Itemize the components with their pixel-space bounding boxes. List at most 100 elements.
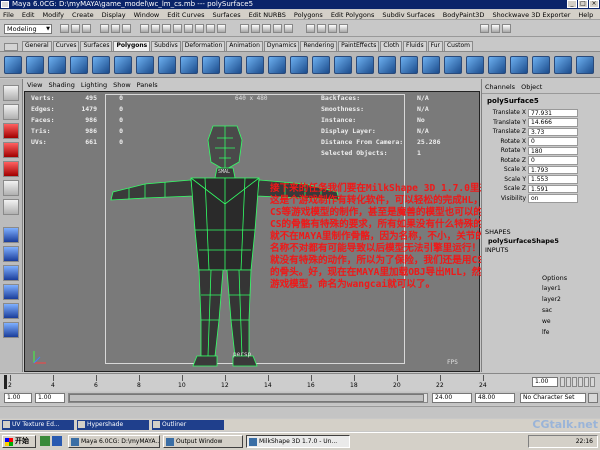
channel-label[interactable]: Visibility xyxy=(482,195,528,202)
mask-surfaces-icon[interactable] xyxy=(173,24,182,33)
mask-dynamics-icon[interactable] xyxy=(195,24,204,33)
menu-edit-curves[interactable]: Edit Curves xyxy=(167,11,204,19)
menu-edit-polygons[interactable]: Edit Polygons xyxy=(331,11,375,19)
channel-label[interactable]: Rotate Z xyxy=(482,157,528,164)
uv-layout-icon[interactable] xyxy=(3,322,19,338)
range-knob[interactable] xyxy=(69,394,424,402)
merge-vertices-icon[interactable] xyxy=(246,56,264,74)
mask-handles-icon[interactable] xyxy=(140,24,149,33)
minimized-uv-texture-editor[interactable]: UV Texture Ed... xyxy=(2,420,74,430)
shelf-tab-custom[interactable]: Custom xyxy=(443,41,473,51)
combine-icon[interactable] xyxy=(136,56,154,74)
channel-label[interactable]: Rotate X xyxy=(482,138,528,145)
step-back-icon[interactable] xyxy=(566,377,571,387)
layer-item[interactable]: we xyxy=(542,316,600,327)
menu-shockwave-exporter[interactable]: Shockwave 3D Exporter xyxy=(492,11,570,19)
shelf-tab-animation[interactable]: Animation xyxy=(226,41,263,51)
channel-label[interactable]: Translate Z xyxy=(482,128,528,135)
snap-point-icon[interactable] xyxy=(262,24,271,33)
snap-curve-icon[interactable] xyxy=(251,24,260,33)
lasso-tool-icon[interactable] xyxy=(3,104,19,120)
menu-set-dropdown[interactable]: Modeling xyxy=(4,24,52,34)
poly-torus-icon[interactable] xyxy=(114,56,132,74)
shape-node-name[interactable]: polySurfaceShape5 xyxy=(485,236,597,246)
menu-polygons[interactable]: Polygons xyxy=(294,11,323,19)
save-scene-icon[interactable] xyxy=(82,24,91,33)
shelf-tab-general[interactable]: General xyxy=(22,41,52,51)
menu-edit-nurbs[interactable]: Edit NURBS xyxy=(249,11,286,19)
menu-window[interactable]: Window xyxy=(134,11,160,19)
go-to-end-icon[interactable] xyxy=(590,377,595,387)
poly-cone-icon[interactable] xyxy=(70,56,88,74)
spherical-mapping-icon[interactable] xyxy=(444,56,462,74)
current-frame-field[interactable]: 1.00 xyxy=(532,377,558,387)
channel-label[interactable]: Scale X xyxy=(482,166,528,173)
mask-rendering-icon[interactable] xyxy=(206,24,215,33)
selected-object-name[interactable]: polySurface5 xyxy=(482,94,600,108)
start-button[interactable]: 开始 xyxy=(2,435,36,448)
layer-item[interactable]: layer2 xyxy=(542,294,600,305)
mirror-geometry-icon[interactable] xyxy=(532,56,550,74)
character-set-dropdown[interactable]: No Character Set xyxy=(520,393,586,403)
menu-subdiv-surfaces[interactable]: Subdiv Surfaces xyxy=(382,11,434,19)
channel-value[interactable]: 0 xyxy=(528,156,578,165)
panel-menu-lighting[interactable]: Lighting xyxy=(81,81,107,89)
shelf-tab-dynamics[interactable]: Dynamics xyxy=(263,41,300,51)
scale-tool-icon[interactable] xyxy=(3,161,19,177)
channel-label[interactable]: Rotate Y xyxy=(482,147,528,154)
cut-faces-icon[interactable] xyxy=(378,56,396,74)
poly-plane-icon[interactable] xyxy=(92,56,110,74)
menu-create[interactable]: Create xyxy=(72,11,94,19)
split-polygon-icon[interactable] xyxy=(224,56,242,74)
window-title-bar[interactable]: Maya 6.0CG: D:\myMAYA\game_model\wc_lm_c… xyxy=(0,0,600,9)
triangulate-icon[interactable] xyxy=(334,56,352,74)
key-icon[interactable] xyxy=(588,393,598,403)
poly-cube-icon[interactable] xyxy=(26,56,44,74)
automatic-mapping-icon[interactable] xyxy=(466,56,484,74)
channel-label[interactable]: Scale Z xyxy=(482,185,528,192)
maya-app-icon[interactable] xyxy=(1,1,9,8)
channel-value[interactable]: 1.591 xyxy=(528,184,578,193)
menu-surfaces[interactable]: Surfaces xyxy=(212,11,240,19)
maximize-button[interactable]: □ xyxy=(578,0,588,8)
make-live-icon[interactable] xyxy=(284,24,293,33)
persp-graph-layout-icon[interactable] xyxy=(3,284,19,300)
poly-cylinder-icon[interactable] xyxy=(48,56,66,74)
go-to-start-icon[interactable] xyxy=(560,377,565,387)
play-back-icon[interactable] xyxy=(572,377,577,387)
shelf-tab-subdivs[interactable]: Subdivs xyxy=(151,41,181,51)
channel-value[interactable]: on xyxy=(528,194,578,203)
single-view-layout-icon[interactable] xyxy=(3,227,19,243)
reduce-icon[interactable] xyxy=(312,56,330,74)
select-hierarchy-icon[interactable] xyxy=(100,24,109,33)
bevel-icon[interactable] xyxy=(268,56,286,74)
smooth-icon[interactable] xyxy=(290,56,308,74)
panel-menu-panels[interactable]: Panels xyxy=(137,81,158,89)
select-object-icon[interactable] xyxy=(111,24,120,33)
shelf-tab-painteffects[interactable]: PaintEffects xyxy=(338,41,380,51)
extrude-edge-icon[interactable] xyxy=(202,56,220,74)
layer-options-menu[interactable]: Options xyxy=(482,273,600,283)
object-menu[interactable]: Object xyxy=(521,83,542,91)
channels-menu[interactable]: Channels xyxy=(485,83,515,91)
play-forward-icon[interactable] xyxy=(578,377,583,387)
quadrangulate-icon[interactable] xyxy=(356,56,374,74)
taskbar-output-window-button[interactable]: Output Window xyxy=(163,435,243,448)
snap-view-plane-icon[interactable] xyxy=(273,24,282,33)
separate-icon[interactable] xyxy=(158,56,176,74)
taskbar-milkshape-button[interactable]: MilkShape 3D 1.7.0 - Un... xyxy=(246,435,350,448)
panel-menu-view[interactable]: View xyxy=(27,81,42,89)
shelf-tab-fur[interactable]: Fur xyxy=(427,41,443,51)
menu-display[interactable]: Display xyxy=(102,11,126,19)
channel-value[interactable]: 180 xyxy=(528,146,578,155)
channel-value[interactable]: 1.793 xyxy=(528,165,578,174)
shelf-tab-rendering[interactable]: Rendering xyxy=(300,41,338,51)
animation-start-field[interactable]: 1.00 xyxy=(4,393,32,403)
minimized-outliner[interactable]: Outliner xyxy=(152,420,224,430)
quicklaunch-desktop-icon[interactable] xyxy=(40,436,50,446)
mask-joints-icon[interactable] xyxy=(151,24,160,33)
normals-icon[interactable] xyxy=(510,56,528,74)
layer-item[interactable]: lfe xyxy=(542,327,600,338)
channel-label[interactable]: Translate X xyxy=(482,109,528,116)
render-globals-icon[interactable] xyxy=(339,24,348,33)
